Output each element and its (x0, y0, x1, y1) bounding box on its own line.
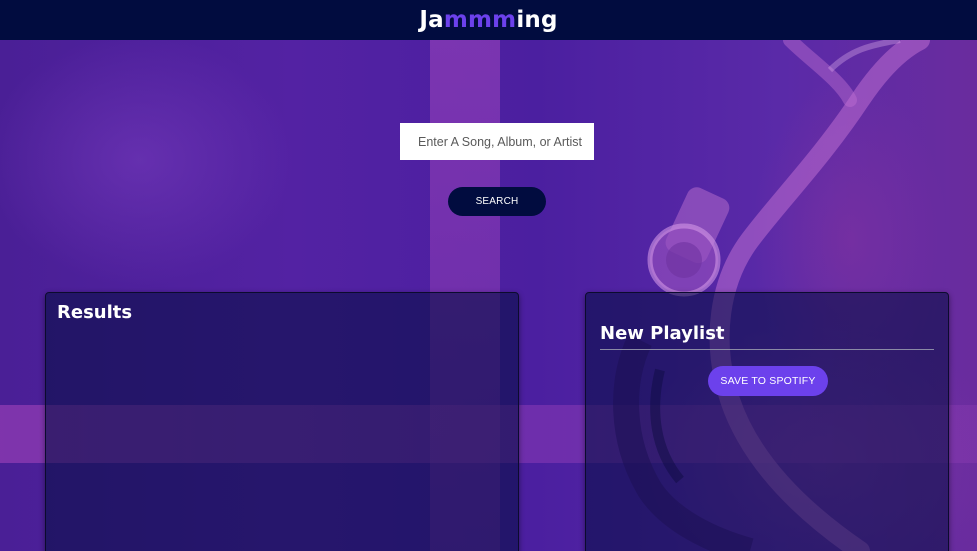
results-panel: Results (45, 292, 519, 551)
search-input[interactable] (400, 123, 594, 160)
save-to-spotify-button[interactable]: SAVE TO SPOTIFY (708, 366, 828, 396)
search-button[interactable]: SEARCH (448, 187, 546, 216)
top-bar: Jammming (0, 0, 977, 40)
app-logo: Jammming (419, 7, 557, 33)
playlist-panel: SAVE TO SPOTIFY (585, 292, 949, 551)
logo-text-accent: mmm (443, 7, 517, 33)
logo-text-suffix: ing (516, 7, 558, 33)
results-title: Results (57, 302, 133, 323)
jammming-app: Jammming SEARCH Results SAVE TO SPOTIFY (0, 0, 977, 551)
playlist-name-input[interactable] (600, 323, 934, 350)
logo-text-prefix: Ja (419, 7, 444, 33)
